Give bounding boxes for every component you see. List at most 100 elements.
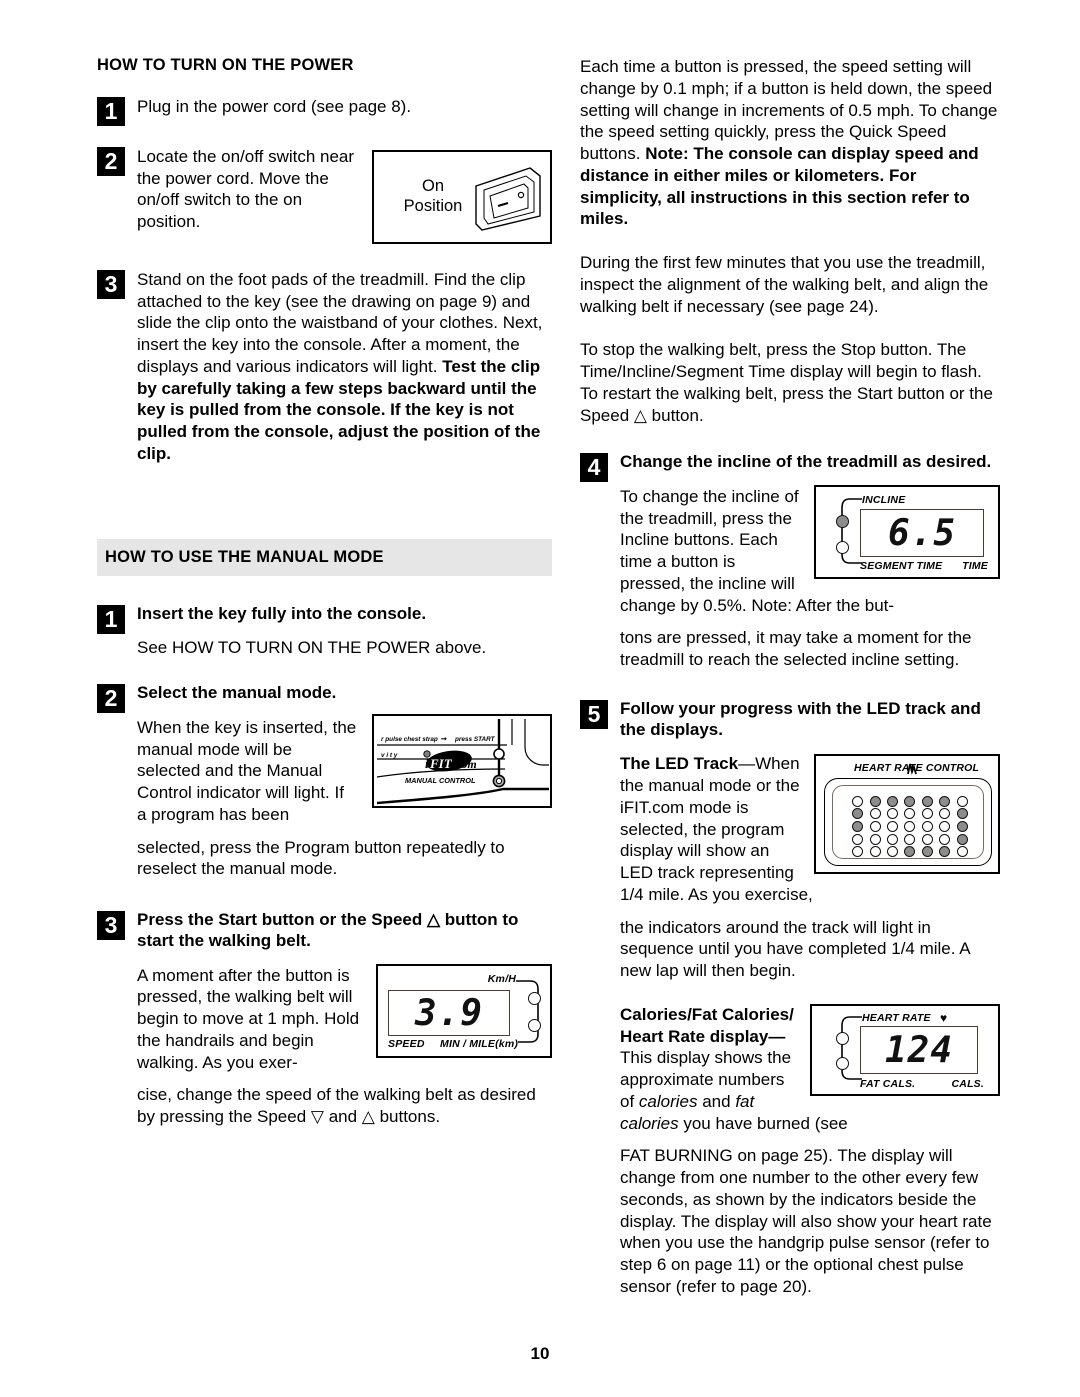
svg-text:MANUAL CONTROL: MANUAL CONTROL: [405, 776, 476, 785]
led-indicator: [921, 833, 933, 845]
step-title: Insert the key fully into the console.: [137, 603, 427, 623]
heart-rate-lcd-frame: 124: [860, 1025, 978, 1074]
led-indicator: [887, 833, 899, 845]
step-number-badge: 5: [580, 699, 608, 729]
led-indicator: [887, 820, 899, 832]
speed-display-figure: 3.9 Km/H SPEED MIN / MILE(km): [376, 963, 552, 1058]
svg-text:r pulse chest strap: r pulse chest strap: [381, 736, 438, 743]
em-dash: —: [738, 754, 756, 774]
led-indicator: [852, 795, 864, 807]
led-indicator: [887, 846, 899, 858]
led-indicator: [869, 846, 881, 858]
led-track-inner-bezel: [832, 785, 984, 860]
led-track-grid: [849, 795, 971, 858]
speed-indicator-minmile: [528, 1018, 541, 1032]
page-number: 10: [530, 1344, 550, 1363]
step-number-badge: 2: [97, 684, 125, 714]
led-track-figure: HEART RATE CONTROL: [814, 754, 1000, 875]
ifit-console-drawing: r pulse chest strap ➞ press START v i t …: [376, 718, 549, 810]
led-indicator: [869, 808, 881, 820]
led-indicator: [904, 795, 916, 807]
led-indicator: [869, 833, 881, 845]
step-manual-2: 2 Select the manual mode. r pulse chest: [97, 683, 552, 880]
heart-rate-label-fat-cals: FAT CALS.: [860, 1077, 916, 1090]
led-indicator: [956, 808, 968, 820]
paragraph-belt-alignment: During the first few minutes that you us…: [580, 253, 989, 316]
step-progress-5: 5 Follow your progress with the LED trac…: [554, 699, 1000, 1298]
led-indicator: [869, 795, 881, 807]
step-text: Stand on the foot pads of the treadmill.…: [137, 269, 552, 465]
led-indicator: [921, 808, 933, 820]
incline-indicator-segment-time: [836, 540, 849, 554]
step-body-rest: tons are pressed, it may take a moment f…: [620, 628, 972, 670]
speed-indicator-kmh: [528, 991, 541, 1005]
intro-paragraph-speed: Each time a button is pressed, the speed…: [580, 56, 1000, 230]
section-heading-manual-mode: HOW TO USE THE MANUAL MODE: [97, 538, 552, 576]
incline-lcd-frame: 6.5: [860, 508, 984, 557]
incline-indicator-incline: [836, 514, 849, 528]
step-number-badge: 2: [97, 146, 125, 176]
section-heading-power: HOW TO TURN ON THE POWER: [97, 56, 354, 74]
heart-rate-label-cals: CALS.: [951, 1077, 984, 1090]
led-indicator: [921, 820, 933, 832]
step-incline-4: 4 Change the incline of the treadmill as…: [554, 452, 1000, 671]
led-indicator: [956, 795, 968, 807]
calories-text-part2: and: [697, 1091, 736, 1111]
manual-page: HOW TO TURN ON THE POWER 1 Plug in the p…: [0, 0, 1080, 1397]
led-indicator: [904, 820, 916, 832]
led-indicator: [852, 846, 864, 858]
led-track-paragraph-rest: the indicators around the track will lig…: [620, 917, 970, 981]
step-number-badge: 1: [97, 97, 125, 127]
led-indicator: [852, 808, 864, 820]
led-indicator: [852, 820, 864, 832]
speed-value: 3.9: [414, 992, 484, 1034]
step-power-1: 1 Plug in the power cord (see page 8).: [97, 96, 552, 127]
step-manual-1: 1 Insert the key fully into the console.…: [97, 604, 552, 659]
led-track-subhead: The LED Track: [620, 754, 739, 774]
right-column: Each time a button is pressed, the speed…: [580, 0, 1000, 1310]
led-indicator: [956, 846, 968, 858]
led-indicator: [939, 808, 951, 820]
svg-text:v i t y: v i t y: [381, 752, 398, 759]
two-column-layout: HOW TO TURN ON THE POWER 1 Plug in the p…: [0, 0, 1080, 1310]
led-indicator: [939, 833, 951, 845]
switch-figure-label: On Position: [392, 176, 474, 217]
led-indicator: [887, 795, 899, 807]
led-indicator: [939, 795, 951, 807]
speed-unit-top: Km/H: [487, 972, 516, 985]
svg-text:.com: .com: [453, 757, 477, 771]
step-number-badge: 3: [97, 269, 125, 299]
speed-label-left: SPEED: [388, 1037, 425, 1050]
incline-label-segment-time: SEGMENT TIME: [860, 559, 943, 572]
step-text: Plug in the power cord (see page 8).: [137, 97, 412, 117]
step-title: Change the incline of the treadmill as d…: [620, 452, 992, 472]
led-indicator: [869, 820, 881, 832]
heart-rate-display-figure: 124 HEART RATE ♥ FAT CALS. CALS.: [810, 1003, 1000, 1096]
led-indicator: [904, 808, 916, 820]
led-indicator: [939, 820, 951, 832]
led-indicator: [904, 833, 916, 845]
incline-value: 6.5: [887, 512, 957, 554]
switch-label-line1: On: [421, 176, 444, 195]
heart-glyph-icon: ♥: [940, 1010, 948, 1025]
incline-label-time: TIME: [962, 559, 988, 572]
led-indicator: [939, 846, 951, 858]
speed-label-right: MIN / MILE(km): [440, 1037, 519, 1050]
step-number-badge: 3: [97, 911, 125, 941]
svg-text:i: i: [425, 756, 429, 771]
led-indicator: [921, 846, 933, 858]
svg-text:press START: press START: [454, 736, 496, 743]
step-power-2: 2 On Position Locate the on/off switch n…: [97, 146, 552, 247]
heart-rate-label-top: HEART RATE: [862, 1011, 931, 1024]
step-number-badge: 4: [580, 453, 608, 483]
led-indicator: [904, 846, 916, 858]
step-title: Select the manual mode.: [137, 683, 337, 703]
incline-display-figure: 6.5 INCLINE SEGMENT TIME TIME: [814, 484, 1000, 579]
led-indicator: [921, 795, 933, 807]
switch-label-line2: Position: [403, 197, 463, 216]
led-indicator: [852, 833, 864, 845]
step-title: Follow your progress with the LED track …: [620, 698, 981, 739]
em-dash: —: [768, 1026, 786, 1046]
ifit-console-figure: r pulse chest strap ➞ press START v i t …: [372, 713, 552, 810]
led-indicator: [956, 820, 968, 832]
